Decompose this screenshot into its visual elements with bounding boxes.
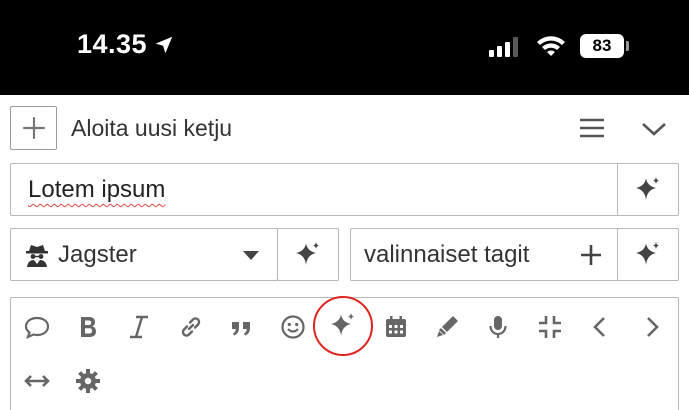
category-ai-button[interactable]: [277, 228, 339, 281]
battery-tip: [626, 41, 629, 51]
microphone-icon[interactable]: [483, 312, 513, 342]
status-bar: 14.35 83: [0, 0, 689, 95]
highlight-circle: [313, 296, 373, 356]
wifi-icon: [537, 36, 565, 56]
speech-bubble-icon[interactable]: [22, 312, 52, 342]
sparkle-icon: [296, 241, 319, 265]
sparkle-icon: [636, 176, 659, 200]
time-label: 14.35: [77, 29, 148, 59]
caret-down-icon: [243, 251, 259, 260]
category-value: Jagster: [58, 241, 137, 268]
menu-icon[interactable]: [578, 116, 606, 140]
tags-placeholder: valinnaiset tagit: [364, 241, 530, 268]
arrows-horizontal-icon[interactable]: [22, 366, 52, 396]
quote-icon[interactable]: [227, 312, 257, 342]
calendar-icon[interactable]: [381, 312, 411, 342]
emoji-icon[interactable]: [278, 312, 308, 342]
bold-icon[interactable]: [73, 312, 103, 342]
clock: 14.35: [77, 29, 175, 60]
link-icon[interactable]: [176, 312, 206, 342]
category-select[interactable]: Jagster: [10, 228, 278, 281]
location-arrow-icon: [155, 36, 173, 53]
chevron-right-icon[interactable]: [637, 312, 667, 342]
battery-level: 83: [592, 36, 612, 55]
italic-icon[interactable]: [124, 312, 154, 342]
chevron-left-icon[interactable]: [585, 312, 615, 342]
chevron-down-icon[interactable]: [640, 118, 668, 140]
tags-input[interactable]: valinnaiset tagit: [350, 228, 619, 281]
gear-icon[interactable]: [73, 366, 103, 396]
tags-ai-button[interactable]: [617, 228, 679, 281]
spy-icon: [26, 245, 48, 267]
plus-icon[interactable]: [579, 243, 603, 267]
highlighter-icon[interactable]: [432, 312, 462, 342]
title-input-value: Lotem ipsum: [28, 176, 166, 203]
sparkle-icon: [636, 241, 659, 265]
title-ai-button[interactable]: [617, 163, 679, 216]
collapse-icon[interactable]: [535, 312, 565, 342]
signal-icon: [489, 35, 518, 57]
plus-icon: [22, 117, 45, 139]
new-thread-label[interactable]: Aloita uusi ketju: [71, 115, 232, 142]
new-thread-button[interactable]: [10, 106, 57, 150]
title-input[interactable]: Lotem ipsum: [10, 163, 619, 216]
battery-icon: 83: [580, 34, 624, 58]
